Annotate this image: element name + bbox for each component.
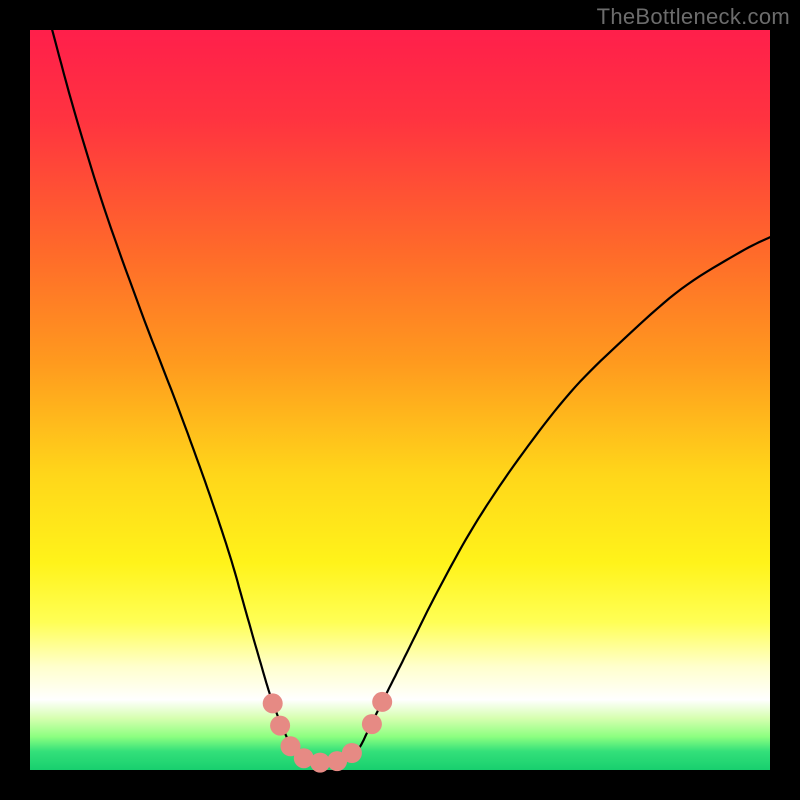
- marker-dot: [270, 716, 290, 736]
- marker-dot: [342, 743, 362, 763]
- marker-dot: [263, 693, 283, 713]
- watermark-text: TheBottleneck.com: [597, 4, 790, 30]
- marker-dot: [362, 714, 382, 734]
- marker-dot: [310, 753, 330, 773]
- marker-dot: [372, 692, 392, 712]
- plot-background: [30, 30, 770, 770]
- chart-frame: TheBottleneck.com: [0, 0, 800, 800]
- chart-svg: [0, 0, 800, 800]
